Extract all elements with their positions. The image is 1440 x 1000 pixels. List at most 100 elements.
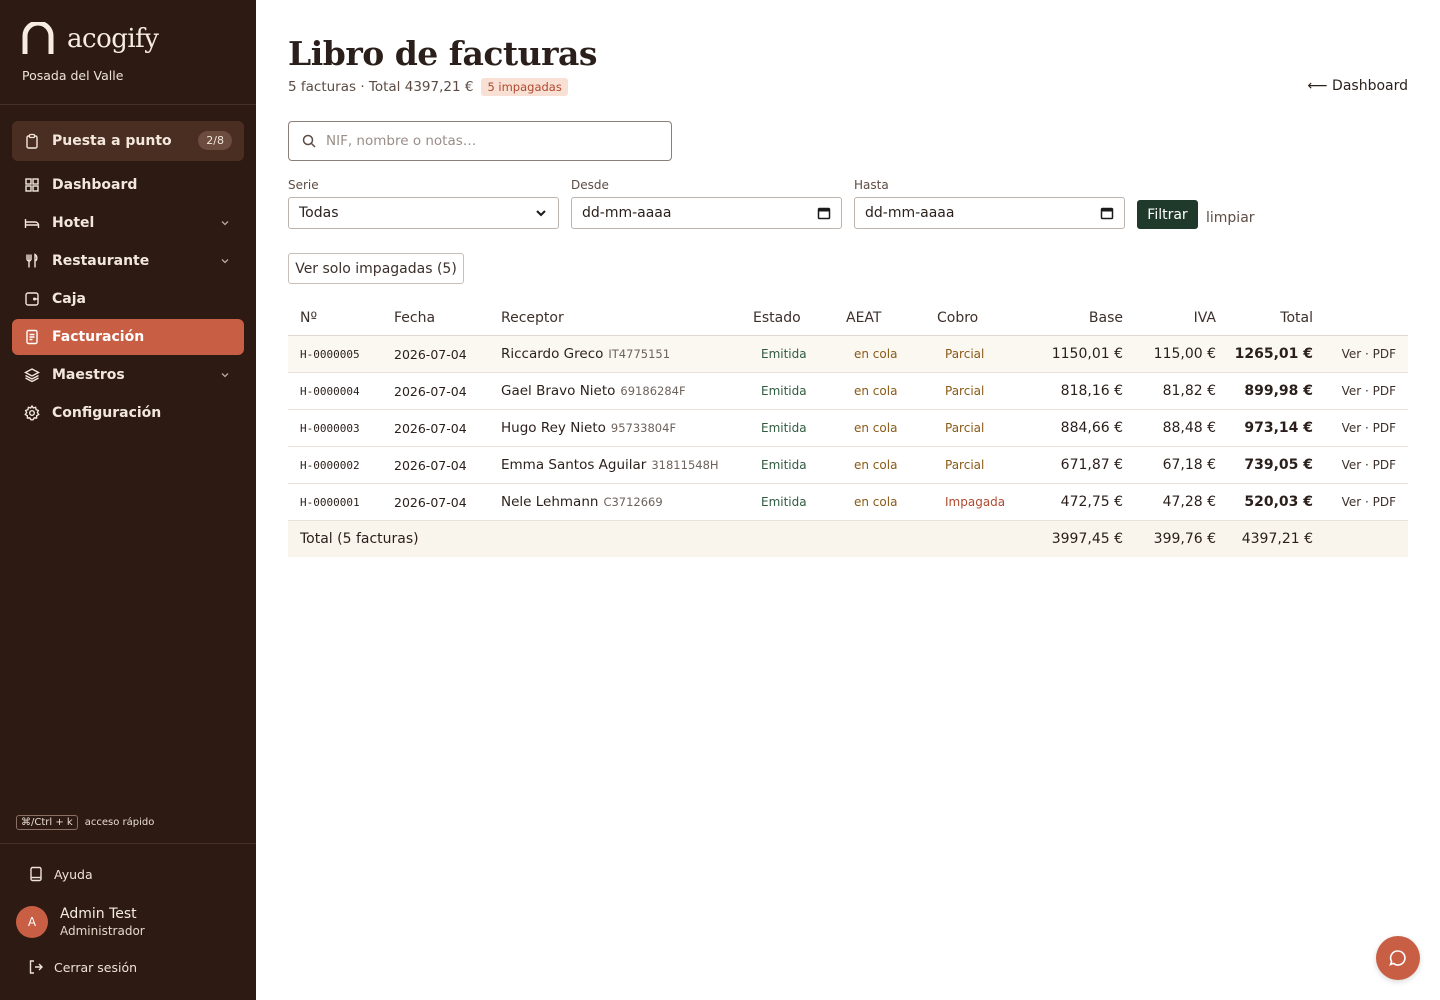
- column-header-number[interactable]: Nº: [300, 310, 317, 326]
- sidebar-divider: [0, 104, 256, 105]
- column-header-payment[interactable]: Cobro: [937, 310, 978, 326]
- view-invoice-link[interactable]: Ver: [1342, 421, 1362, 435]
- invoice-receiver: Nele Lehmann C3712669: [501, 484, 663, 521]
- clear-filters-link[interactable]: limpiar: [1206, 210, 1255, 226]
- sidebar-item-dashboard[interactable]: Dashboard: [12, 167, 244, 203]
- calendar-icon[interactable]: [1100, 206, 1114, 220]
- row-actions: Ver · PDF: [1341, 495, 1396, 509]
- receiver-name: Hugo Rey Nieto: [501, 420, 606, 436]
- sidebar-item-configuracion[interactable]: Configuración: [12, 395, 244, 431]
- logout-icon: [29, 960, 43, 974]
- property-name: Posada del Valle: [22, 68, 124, 83]
- chevron-down-icon: [221, 373, 229, 378]
- sidebar-item-facturacion[interactable]: Facturación: [12, 319, 244, 355]
- hasta-date-input[interactable]: dd-mm-aaaa: [854, 197, 1125, 229]
- pdf-invoice-link[interactable]: PDF: [1373, 495, 1396, 509]
- sidebar-item-label: Puesta a punto: [52, 133, 172, 149]
- column-header-date[interactable]: Fecha: [394, 310, 435, 326]
- user-profile[interactable]: A Admin Test Administrador: [16, 906, 145, 938]
- chat-button[interactable]: [1376, 936, 1420, 980]
- view-invoice-link[interactable]: Ver: [1342, 347, 1362, 361]
- pdf-invoice-link[interactable]: PDF: [1373, 384, 1396, 398]
- view-invoice-link[interactable]: Ver: [1342, 495, 1362, 509]
- search-box[interactable]: [288, 121, 672, 161]
- invoice-date: 2026-07-04: [394, 421, 467, 436]
- column-header-receiver[interactable]: Receptor: [501, 310, 564, 326]
- gear-icon: [24, 405, 40, 421]
- calendar-icon[interactable]: [817, 206, 831, 220]
- invoice-receiver: Gael Bravo Nieto 69186284F: [501, 373, 686, 410]
- aeat-status: en cola: [854, 347, 898, 361]
- desde-date-input[interactable]: dd-mm-aaaa: [571, 197, 842, 229]
- desde-label: Desde: [571, 178, 609, 192]
- column-header-base[interactable]: Base: [1089, 310, 1123, 326]
- sidebar-divider: [0, 843, 256, 844]
- row-actions: Ver · PDF: [1341, 384, 1396, 398]
- serie-select[interactable]: Todas: [288, 197, 559, 229]
- column-header-status[interactable]: Estado: [753, 310, 801, 326]
- logo-icon: [22, 22, 54, 54]
- column-header-iva[interactable]: IVA: [1194, 310, 1216, 326]
- filter-button[interactable]: Filtrar: [1137, 200, 1198, 229]
- logout-label: Cerrar sesión: [54, 959, 138, 975]
- receiver-name: Nele Lehmann: [501, 494, 599, 510]
- invoice-number: H-0000005: [300, 348, 360, 361]
- pdf-invoice-link[interactable]: PDF: [1373, 347, 1396, 361]
- receiver-nif: IT4775151: [608, 347, 671, 361]
- invoice-number: H-0000004: [300, 385, 360, 398]
- invoices-table: Nº Fecha Receptor Estado AEAT Cobro Base…: [288, 300, 1408, 557]
- sidebar-item-label: Configuración: [52, 405, 162, 421]
- table-row[interactable]: H-0000004 2026-07-04 Gael Bravo Nieto 691…: [288, 373, 1408, 410]
- invoice-total: 739,05 €: [1244, 457, 1313, 473]
- receiver-nif: 69186284F: [620, 384, 686, 398]
- sidebar-item-restaurante[interactable]: Restaurante: [12, 243, 244, 279]
- sidebar: acogify Posada del Valle Puesta a punto …: [0, 0, 256, 1000]
- sidebar-item-maestros[interactable]: Maestros: [12, 357, 244, 393]
- back-to-dashboard-link[interactable]: ⟵ Dashboard: [1308, 78, 1408, 94]
- table-row[interactable]: H-0000005 2026-07-04 Riccardo Greco IT477…: [288, 336, 1408, 373]
- invoice-summary: 5 facturas · Total 4397,21 €: [288, 79, 474, 95]
- table-row[interactable]: H-0000001 2026-07-04 Nele Lehmann C371266…: [288, 484, 1408, 521]
- receiver-nif: 31811548H: [651, 458, 719, 472]
- hasta-date-value: dd-mm-aaaa: [865, 205, 955, 221]
- help-link[interactable]: Ayuda: [28, 866, 93, 882]
- sidebar-item-setup[interactable]: Puesta a punto 2/8: [12, 121, 244, 161]
- invoice-iva: 88,48 €: [1162, 420, 1216, 436]
- invoice-date: 2026-07-04: [394, 495, 467, 510]
- totals-iva: 399,76 €: [1153, 531, 1216, 547]
- invoice-total: 520,03 €: [1244, 494, 1313, 510]
- show-unpaid-only-button[interactable]: Ver solo impagadas (5): [288, 253, 464, 284]
- receiver-name: Gael Bravo Nieto: [501, 383, 616, 399]
- chevron-down-icon: [221, 221, 229, 226]
- table-footer-totals: Total (5 facturas) 3997,45 € 399,76 € 43…: [288, 521, 1408, 557]
- pdf-invoice-link[interactable]: PDF: [1373, 458, 1396, 472]
- view-invoice-link[interactable]: Ver: [1342, 458, 1362, 472]
- invoice-number: H-0000002: [300, 459, 360, 472]
- sidebar-nav: Puesta a punto 2/8 Dashboard Hotel Resta…: [12, 121, 244, 433]
- aeat-status: en cola: [854, 421, 898, 435]
- logout-link[interactable]: Cerrar sesión: [28, 959, 137, 975]
- invoice-base: 472,75 €: [1060, 494, 1123, 510]
- invoice-total: 899,98 €: [1244, 383, 1313, 399]
- invoice-status: Emitida: [761, 495, 807, 509]
- invoice-iva: 81,82 €: [1162, 383, 1216, 399]
- table-row[interactable]: H-0000003 2026-07-04 Hugo Rey Nieto 95733…: [288, 410, 1408, 447]
- view-invoice-link[interactable]: Ver: [1342, 384, 1362, 398]
- chevron-down-icon: [536, 210, 546, 217]
- bed-icon: [24, 215, 40, 231]
- invoice-number: H-0000003: [300, 422, 360, 435]
- invoice-status: Emitida: [761, 458, 807, 472]
- sidebar-item-caja[interactable]: Caja: [12, 281, 244, 317]
- book-icon: [30, 866, 42, 882]
- sidebar-item-label: Facturación: [52, 329, 145, 345]
- brand-logo[interactable]: acogify: [22, 22, 159, 56]
- table-row[interactable]: H-0000002 2026-07-04 Emma Santos Aguilar…: [288, 447, 1408, 484]
- payment-status: Parcial: [945, 347, 985, 361]
- user-name: Admin Test: [60, 906, 137, 922]
- column-header-aeat[interactable]: AEAT: [846, 310, 881, 326]
- sidebar-item-hotel[interactable]: Hotel: [12, 205, 244, 241]
- search-input[interactable]: [326, 133, 656, 149]
- column-header-total[interactable]: Total: [1280, 310, 1313, 326]
- search-icon: [302, 134, 316, 148]
- pdf-invoice-link[interactable]: PDF: [1373, 421, 1396, 435]
